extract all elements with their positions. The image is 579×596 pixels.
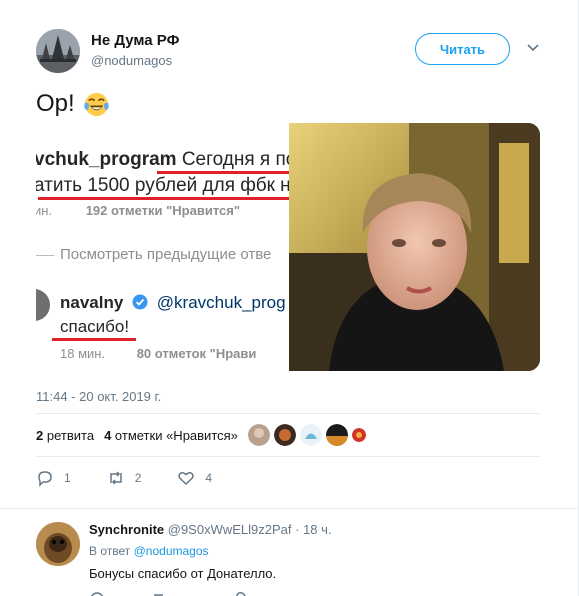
liker-avatar[interactable] (326, 424, 348, 446)
retweet-icon[interactable] (107, 469, 125, 487)
red-underline (52, 338, 136, 341)
liker-avatar[interactable] (300, 424, 322, 446)
tweet-text: Ор! (36, 90, 110, 118)
reply-actions-partial (89, 590, 289, 596)
screenshot-caption-line2: атить 1500 рублей для фбк н (36, 175, 289, 196)
divider (0, 508, 578, 509)
screenshot-reply-text: спасибо! (60, 317, 130, 336)
reply-author-handle[interactable]: @9S0xWwELl9z2Paf (168, 522, 292, 537)
screenshot-reply-mention: @kravchuk_prog (156, 293, 286, 312)
chevron-down-icon[interactable] (527, 44, 539, 52)
reply-header: Synchronite @9S0xWwELl9z2Paf · 18 ч. (89, 522, 332, 537)
verified-badge-icon (132, 294, 148, 310)
retweet-count: 2 (134, 471, 142, 485)
screenshot-reply-user: navalny (60, 293, 124, 312)
tweet-text-content: Ор! (36, 90, 75, 117)
reply-time[interactable]: · 18 ч. (295, 522, 331, 537)
liker-avatar[interactable] (248, 424, 270, 446)
face-with-tears-of-joy-icon (83, 92, 109, 116)
red-underline (157, 171, 289, 174)
tweet-actions: 1 2 4 (36, 469, 248, 487)
retweet-stat[interactable]: 2 ретвита (36, 428, 94, 443)
screenshot-meta-1: ин. 192 отметки "Нравится" (36, 203, 240, 218)
screenshot-likes: 192 отметки "Нравится" (85, 203, 241, 218)
red-underline (38, 197, 289, 200)
screenshot-time: ин. (36, 203, 53, 218)
like-action[interactable]: 4 (177, 469, 212, 487)
likers-avatars (248, 424, 366, 446)
reply-author-name[interactable]: Synchronite (89, 522, 164, 537)
reply-text: Бонусы спасибо от Донателло. (89, 566, 277, 581)
screenshot-username: vchuk_program (36, 149, 177, 170)
author-handle[interactable]: @nodumagos (91, 53, 172, 68)
reply-icon[interactable] (36, 469, 54, 487)
retweet-action[interactable]: 2 (107, 469, 142, 487)
author-avatar[interactable] (36, 29, 80, 73)
tweet-timestamp[interactable]: 11:44 - 20 окт. 2019 г. (36, 389, 161, 404)
screenshot-reply-likes: 80 отметок "Нрави (136, 346, 257, 361)
screenshot-view-previous: Посмотреть предыдущие отве (60, 246, 272, 263)
liker-avatar[interactable] (352, 428, 366, 442)
author-name[interactable]: Не Дума РФ (91, 32, 179, 49)
like-stat[interactable]: 4 отметки «Нравится» (104, 428, 238, 443)
liker-avatar[interactable] (274, 424, 296, 446)
navalny-avatar (36, 289, 50, 321)
like-count: 4 (205, 471, 213, 485)
reply-count: 1 (64, 471, 71, 485)
reply-context: В ответ @nodumagos (89, 544, 209, 558)
heart-icon[interactable] (177, 469, 195, 487)
media-screenshot[interactable]: vchuk_program Сегодня я пойд атить 1500 … (36, 123, 289, 371)
selfie-photo (289, 123, 540, 371)
reply-action[interactable]: 1 (36, 469, 71, 487)
divider (36, 413, 540, 414)
divider (36, 255, 54, 256)
divider (36, 456, 540, 457)
reply-prefix: В ответ (89, 544, 131, 558)
screenshot-meta-2: 18 мин. 80 отметок "Нрави (60, 346, 256, 361)
tweet-media[interactable]: vchuk_program Сегодня я пойд атить 1500 … (36, 123, 540, 371)
tweet-stats: 2 ретвита 4 отметки «Нравится» (36, 428, 238, 443)
reply-avatar[interactable] (36, 522, 80, 566)
reply-to-link[interactable]: @nodumagos (134, 544, 209, 558)
media-photo[interactable] (289, 123, 540, 371)
follow-button[interactable]: Читать (415, 33, 510, 65)
screenshot-reply-time: 18 мин. (60, 346, 106, 361)
screenshot-line1: vchuk_program Сегодня я пойд (36, 149, 289, 171)
screenshot-caption-start: Сегодня я пойд (181, 149, 289, 170)
screenshot-reply-line: navalny @kravchuk_prog (60, 293, 286, 313)
